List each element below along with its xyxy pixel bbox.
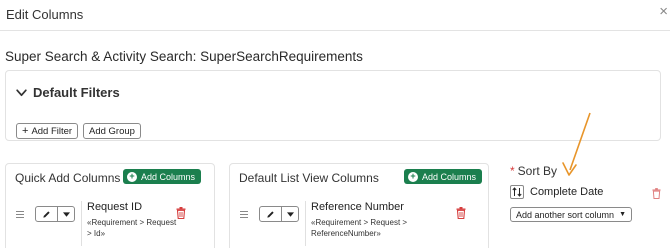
annotation-arrow — [562, 112, 591, 176]
